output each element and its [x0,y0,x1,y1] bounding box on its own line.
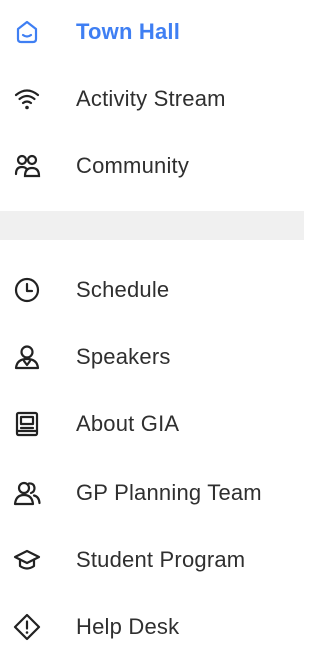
nav-item-gp-planning-team[interactable]: GP Planning Team [0,471,313,515]
section-divider [0,211,304,240]
people-icon [13,152,41,180]
nav-label-about-gia: About GIA [76,411,180,436]
clock-icon [13,276,41,304]
nav-label-schedule: Schedule [76,277,170,302]
alert-diamond-icon [13,613,41,641]
nav-label-speakers: Speakers [76,344,171,369]
nav-item-town-hall[interactable]: Town Hall [0,10,313,54]
nav-item-speakers[interactable]: Speakers [0,335,313,379]
nav-item-about-gia[interactable]: About GIA [0,402,313,446]
book-icon [13,410,41,438]
nav-item-student-program[interactable]: Student Program [0,538,313,582]
nav-label-help-desk: Help Desk [76,614,180,639]
nav-label-activity-stream: Activity Stream [76,86,226,111]
nav-label-community: Community [76,153,190,178]
nav-item-schedule[interactable]: Schedule [0,268,313,312]
team-icon [13,479,41,507]
nav-item-help-desk[interactable]: Help Desk [0,605,313,649]
wifi-icon [13,85,41,113]
nav-label-gp-planning-team: GP Planning Team [76,480,262,505]
nav-label-student-program: Student Program [76,547,246,572]
speaker-person-icon [13,343,41,371]
nav-item-community[interactable]: Community [0,144,313,188]
graduation-cap-icon [13,546,41,574]
home-bubble-icon [13,18,41,46]
nav-item-activity-stream[interactable]: Activity Stream [0,77,313,121]
nav-label-town-hall: Town Hall [76,19,181,44]
